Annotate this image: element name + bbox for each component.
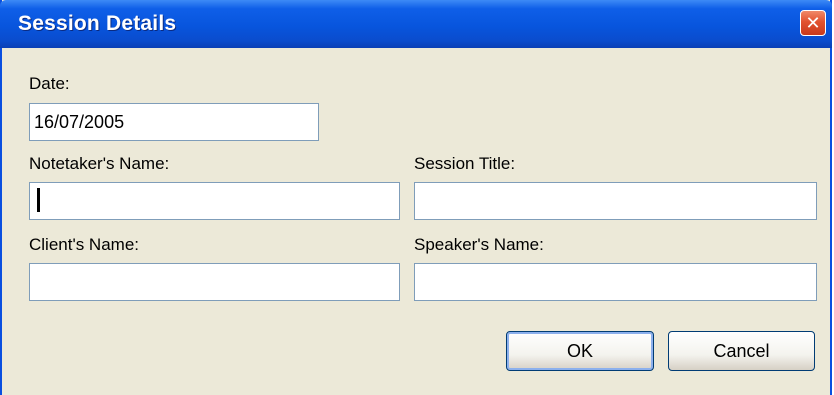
date-field[interactable]	[29, 103, 319, 141]
close-button[interactable]: ✕	[800, 10, 826, 36]
session-title-label: Session Title:	[414, 154, 516, 173]
client-label: Client's Name:	[29, 235, 140, 254]
speaker-label: Speaker's Name:	[414, 235, 544, 254]
notetaker-name-field[interactable]	[29, 182, 400, 220]
cancel-button[interactable]: Cancel	[668, 331, 815, 371]
notetaker-label: Notetaker's Name:	[29, 154, 170, 173]
title-bar[interactable]: Session Details ✕	[0, 0, 832, 48]
text-cursor	[37, 188, 40, 212]
date-label: Date:	[29, 74, 70, 93]
close-icon: ✕	[805, 13, 821, 33]
client-name-field[interactable]	[29, 263, 400, 301]
speaker-name-field[interactable]	[414, 263, 817, 301]
session-details-dialog: Session Details ✕ Date: Notetaker's Name…	[0, 0, 832, 395]
session-title-field[interactable]	[414, 182, 817, 220]
window-title: Session Details	[18, 12, 177, 35]
ok-button[interactable]: OK	[506, 331, 654, 371]
